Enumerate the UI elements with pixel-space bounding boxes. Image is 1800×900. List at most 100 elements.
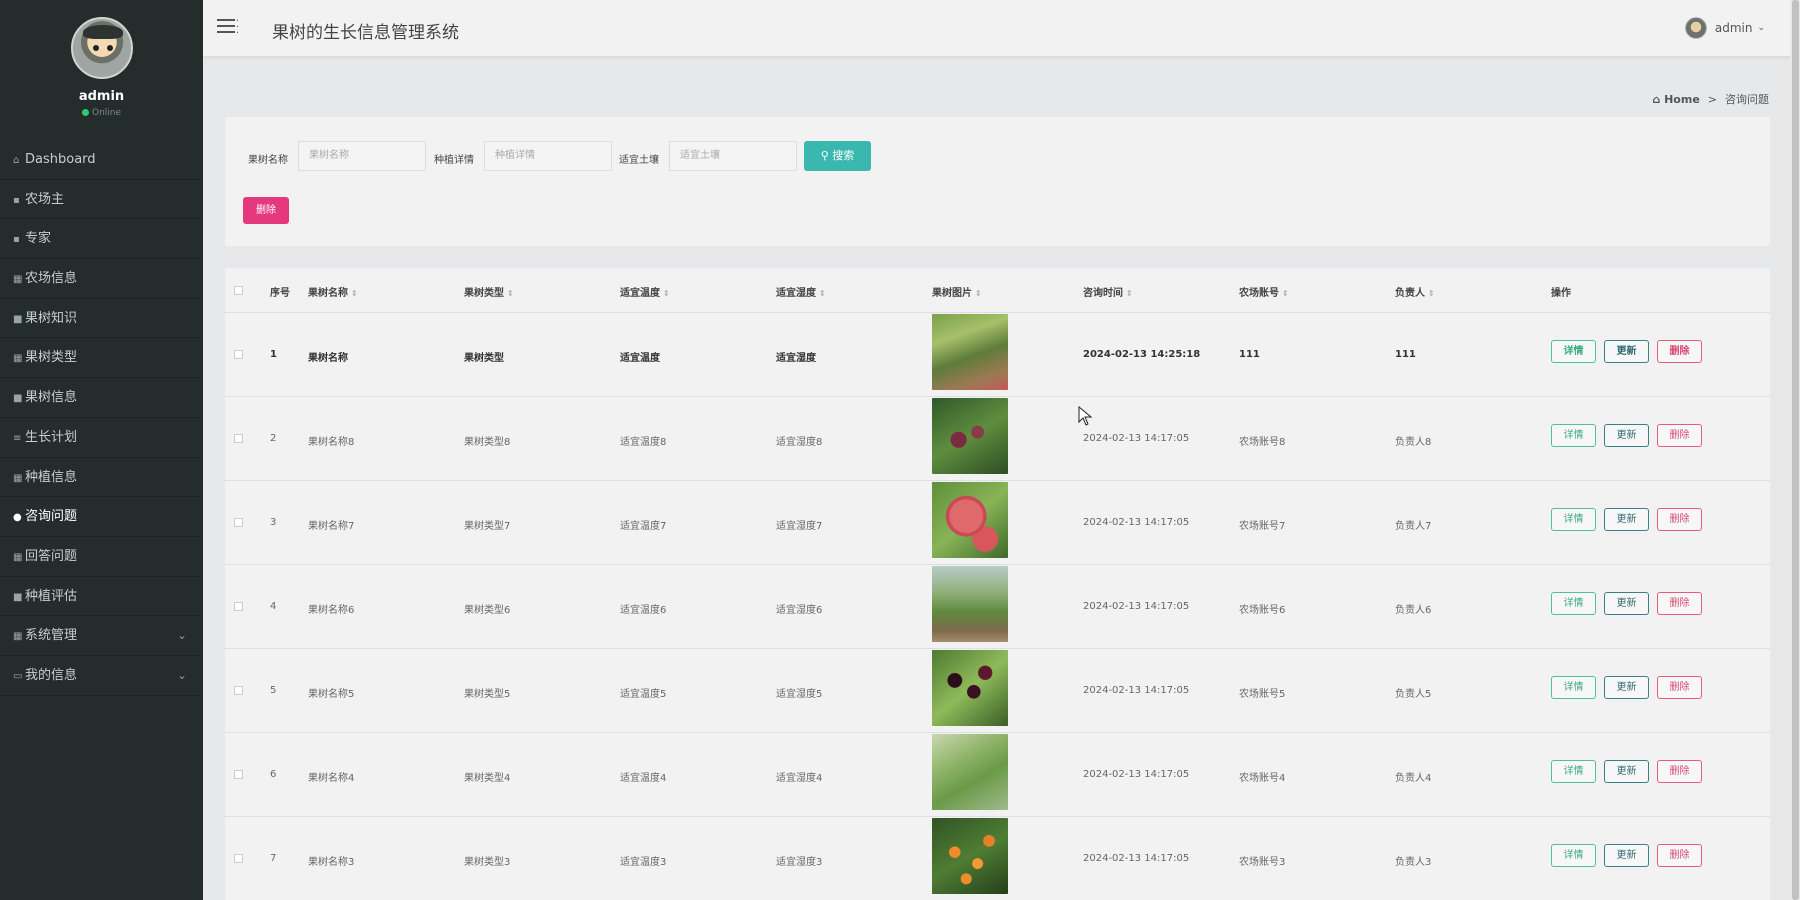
sidebar-item-10[interactable]: ▦ 回答问题 [0,537,203,577]
column-header[interactable]: 咨询时间 ⇕ [1083,284,1133,299]
grid-icon: ▦ [13,274,23,286]
sidebar-item-1[interactable]: ▪ 农场主 [0,180,203,220]
row-checkbox[interactable] [234,434,243,443]
sidebar-item-11[interactable]: ■ 种植评估 [0,577,203,617]
breadcrumb-separator: > [1707,92,1717,106]
row-checkbox[interactable] [234,770,243,779]
sidebar-item-6[interactable]: ■ 果树信息 [0,378,203,418]
breadcrumb: ⌂ Home > 咨询问题 [1652,91,1769,107]
delete-button[interactable]: 删除 [1657,844,1702,867]
detail-button[interactable]: 详情 [1551,760,1596,783]
profile-status: Online [0,108,203,118]
fruit-tree-image[interactable] [932,734,1008,810]
chevron-down-icon: ⌄ [176,628,187,643]
book-icon: ■ [13,313,23,325]
top-header: · · · 果树的生长信息管理系统 admin ⌄ [203,0,1800,57]
cell-temp: 适宜温度4 [620,773,667,784]
scrollbar-thumb[interactable] [1792,0,1799,900]
delete-button[interactable]: 删除 [1657,592,1702,615]
row-checkbox[interactable] [234,518,243,527]
delete-button[interactable]: 删除 [1657,340,1702,363]
sidebar-item-7[interactable]: ≡ 生长计划 [0,418,203,458]
user-menu[interactable]: admin ⌄ [1684,17,1765,39]
fruit-tree-image[interactable] [932,482,1008,558]
sidebar-item-9[interactable]: ● 咨询问题 [0,497,203,537]
delete-button[interactable]: 删除 [1657,424,1702,447]
cell-time: 2024-02-13 14:17:05 [1083,433,1190,444]
cell-no: 3 [270,517,277,528]
column-header[interactable]: 果树名称 ⇕ [308,284,358,299]
cell-type: 果树类型5 [464,689,511,700]
detail-button[interactable]: 详情 [1551,592,1596,615]
cell-type: 果树类型3 [464,857,511,868]
user-icon: ▪ [13,234,20,246]
detail-button[interactable]: 详情 [1551,844,1596,867]
sidebar-item-13[interactable]: ▭ 我的信息 ⌄ [0,656,203,696]
sort-icon[interactable]: ⇕ [975,289,982,298]
fruit-tree-image[interactable] [932,566,1008,642]
breadcrumb-home[interactable]: ⌂ Home [1652,93,1699,106]
detail-button[interactable]: 详情 [1551,508,1596,531]
update-button[interactable]: 更新 [1604,424,1649,447]
menu-toggle-icon[interactable]: · · · [217,17,239,39]
sort-icon[interactable]: ⇕ [351,289,358,298]
update-button[interactable]: 更新 [1604,508,1649,531]
sidebar-item-label: 种植评估 [25,588,78,604]
row-checkbox[interactable] [234,602,243,611]
sidebar-item-8[interactable]: ▦ 种植信息 [0,458,203,498]
delete-button[interactable]: 删除 [1657,760,1702,783]
sort-icon[interactable]: ⇕ [819,289,826,298]
sidebar-item-5[interactable]: ▦ 果树类型 [0,338,203,379]
cell-temp: 适宜温度7 [620,521,667,532]
cell-no: 4 [270,601,277,612]
delete-button[interactable]: 删除 [1657,676,1702,699]
sidebar-item-12[interactable]: ▦ 系统管理 ⌄ [0,616,203,656]
sidebar-item-4[interactable]: ■ 果树知识 [0,299,203,339]
bulk-delete-button[interactable]: 删除 [243,197,289,224]
fruit-tree-image[interactable] [932,398,1008,474]
update-button[interactable]: 更新 [1604,676,1649,699]
update-button[interactable]: 更新 [1604,844,1649,867]
sidebar-item-3[interactable]: ▦ 农场信息 [0,259,203,299]
cell-owner: 负责人8 [1395,437,1432,448]
sidebar-item-2[interactable]: ▪ 专家 [0,219,203,260]
detail-button[interactable]: 详情 [1551,676,1596,699]
update-button[interactable]: 更新 [1604,760,1649,783]
sort-icon[interactable]: ⇕ [1428,289,1435,298]
column-header[interactable]: 果树图片 ⇕ [932,284,982,299]
sidebar-item-0[interactable]: ⌂ Dashboard [0,140,203,180]
book-icon: ■ [13,393,23,405]
select-all-checkbox[interactable] [234,286,243,295]
search-button[interactable]: ⚲ 搜索 [804,141,871,171]
detail-button[interactable]: 详情 [1551,424,1596,447]
row-checkbox[interactable] [234,686,243,695]
grid-icon: ▦ [13,631,23,643]
online-dot-icon [81,109,89,116]
sort-icon[interactable]: ⇕ [507,289,514,298]
page-scrollbar[interactable] [1790,0,1800,900]
column-header[interactable]: 负责人 ⇕ [1395,284,1435,299]
column-header[interactable]: 果树类型 ⇕ [464,284,514,299]
row-checkbox[interactable] [234,854,243,863]
cell-hum: 适宜湿度8 [776,437,823,448]
detail-button[interactable]: 详情 [1551,340,1596,363]
profile-avatar[interactable] [70,17,133,79]
column-header[interactable]: 农场账号 ⇕ [1239,284,1289,299]
detail-search-input[interactable]: 种植详情 [484,141,612,171]
fruit-tree-image[interactable] [932,314,1008,390]
book-icon: ■ [13,591,23,603]
row-checkbox[interactable] [234,350,243,359]
column-header[interactable]: 适宜温度 ⇕ [620,284,670,299]
fruit-tree-image[interactable] [932,650,1008,726]
sort-icon[interactable]: ⇕ [1126,289,1133,298]
column-header[interactable]: 适宜湿度 ⇕ [776,284,826,299]
sort-icon[interactable]: ⇕ [663,289,670,298]
delete-button[interactable]: 删除 [1657,508,1702,531]
sidebar-item-label: 农场信息 [25,271,78,287]
fruit-tree-image[interactable] [932,818,1008,894]
sort-icon[interactable]: ⇕ [1282,289,1289,298]
soil-search-input[interactable]: 适宜土壤 [669,141,797,171]
update-button[interactable]: 更新 [1604,340,1649,363]
name-search-input[interactable]: 果树名称 [298,141,426,171]
update-button[interactable]: 更新 [1604,592,1649,615]
